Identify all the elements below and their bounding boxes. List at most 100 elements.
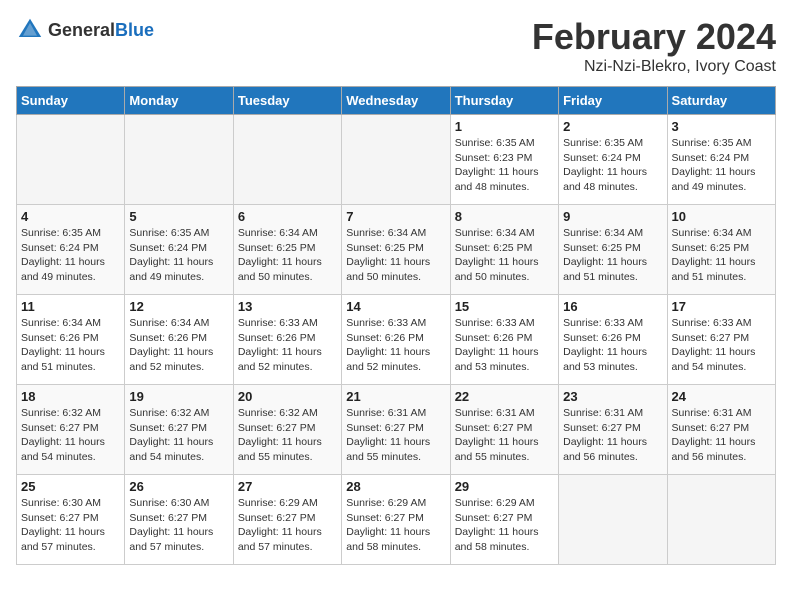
logo: GeneralBlue — [16, 16, 154, 44]
day-number: 4 — [21, 209, 120, 224]
calendar-cell — [559, 475, 667, 565]
logo-blue: Blue — [115, 20, 154, 40]
day-number: 7 — [346, 209, 445, 224]
day-detail: Sunrise: 6:34 AM Sunset: 6:26 PM Dayligh… — [129, 316, 228, 375]
calendar-cell: 28 Sunrise: 6:29 AM Sunset: 6:27 PM Dayli… — [342, 475, 450, 565]
day-header-tuesday: Tuesday — [233, 87, 341, 115]
day-detail: Sunrise: 6:29 AM Sunset: 6:27 PM Dayligh… — [238, 496, 337, 555]
day-detail: Sunrise: 6:35 AM Sunset: 6:24 PM Dayligh… — [129, 226, 228, 285]
calendar-cell — [233, 115, 341, 205]
location-subtitle: Nzi-Nzi-Blekro, Ivory Coast — [532, 58, 776, 76]
day-number: 28 — [346, 479, 445, 494]
day-detail: Sunrise: 6:32 AM Sunset: 6:27 PM Dayligh… — [129, 406, 228, 465]
calendar-cell: 22 Sunrise: 6:31 AM Sunset: 6:27 PM Dayli… — [450, 385, 558, 475]
day-number: 3 — [672, 119, 771, 134]
day-number: 6 — [238, 209, 337, 224]
calendar-week-row: 1 Sunrise: 6:35 AM Sunset: 6:23 PM Daylig… — [17, 115, 776, 205]
day-number: 10 — [672, 209, 771, 224]
day-detail: Sunrise: 6:31 AM Sunset: 6:27 PM Dayligh… — [672, 406, 771, 465]
calendar-cell: 29 Sunrise: 6:29 AM Sunset: 6:27 PM Dayli… — [450, 475, 558, 565]
calendar-cell — [125, 115, 233, 205]
calendar-header-row: SundayMondayTuesdayWednesdayThursdayFrid… — [17, 87, 776, 115]
day-number: 21 — [346, 389, 445, 404]
calendar-cell: 15Sunrise: 6:33 AM Sunset: 6:26 PM Dayli… — [450, 295, 558, 385]
day-detail: Sunrise: 6:33 AM Sunset: 6:27 PM Dayligh… — [672, 316, 771, 375]
day-number: 18 — [21, 389, 120, 404]
day-detail: Sunrise: 6:30 AM Sunset: 6:27 PM Dayligh… — [21, 496, 120, 555]
day-number: 24 — [672, 389, 771, 404]
day-number: 19 — [129, 389, 228, 404]
calendar-cell: 11 Sunrise: 6:34 AM Sunset: 6:26 PM Dayli… — [17, 295, 125, 385]
calendar-cell: 17 Sunrise: 6:33 AM Sunset: 6:27 PM Dayli… — [667, 295, 775, 385]
logo-text: GeneralBlue — [48, 20, 154, 41]
page-header: GeneralBlue February 2024 Nzi-Nzi-Blekro… — [16, 16, 776, 76]
day-number: 26 — [129, 479, 228, 494]
day-detail: Sunrise: 6:29 AM Sunset: 6:27 PM Dayligh… — [455, 496, 554, 555]
day-number: 2 — [563, 119, 662, 134]
month-title: February 2024 — [532, 16, 776, 58]
day-header-saturday: Saturday — [667, 87, 775, 115]
logo-general: General — [48, 20, 115, 40]
calendar-cell: 9Sunrise: 6:34 AM Sunset: 6:25 PM Daylig… — [559, 205, 667, 295]
calendar-cell: 19 Sunrise: 6:32 AM Sunset: 6:27 PM Dayli… — [125, 385, 233, 475]
day-detail: Sunrise: 6:35 AM Sunset: 6:23 PM Dayligh… — [455, 136, 554, 195]
day-number: 27 — [238, 479, 337, 494]
day-number: 29 — [455, 479, 554, 494]
day-detail: Sunrise: 6:35 AM Sunset: 6:24 PM Dayligh… — [672, 136, 771, 195]
calendar-cell: 21 Sunrise: 6:31 AM Sunset: 6:27 PM Dayli… — [342, 385, 450, 475]
day-number: 20 — [238, 389, 337, 404]
day-detail: Sunrise: 6:33 AM Sunset: 6:26 PM Dayligh… — [563, 316, 662, 375]
title-area: February 2024 Nzi-Nzi-Blekro, Ivory Coas… — [532, 16, 776, 76]
calendar-cell: 25 Sunrise: 6:30 AM Sunset: 6:27 PM Dayli… — [17, 475, 125, 565]
day-detail: Sunrise: 6:29 AM Sunset: 6:27 PM Dayligh… — [346, 496, 445, 555]
calendar-cell: 14Sunrise: 6:33 AM Sunset: 6:26 PM Dayli… — [342, 295, 450, 385]
day-detail: Sunrise: 6:34 AM Sunset: 6:25 PM Dayligh… — [455, 226, 554, 285]
calendar-cell: 20 Sunrise: 6:32 AM Sunset: 6:27 PM Dayli… — [233, 385, 341, 475]
day-number: 13 — [238, 299, 337, 314]
day-number: 23 — [563, 389, 662, 404]
calendar-week-row: 11 Sunrise: 6:34 AM Sunset: 6:26 PM Dayli… — [17, 295, 776, 385]
calendar-cell: 24 Sunrise: 6:31 AM Sunset: 6:27 PM Dayli… — [667, 385, 775, 475]
calendar-cell: 8 Sunrise: 6:34 AM Sunset: 6:25 PM Daylig… — [450, 205, 558, 295]
day-detail: Sunrise: 6:34 AM Sunset: 6:25 PM Dayligh… — [563, 226, 662, 285]
day-detail: Sunrise: 6:31 AM Sunset: 6:27 PM Dayligh… — [455, 406, 554, 465]
calendar-cell: 27 Sunrise: 6:29 AM Sunset: 6:27 PM Dayli… — [233, 475, 341, 565]
day-detail: Sunrise: 6:32 AM Sunset: 6:27 PM Dayligh… — [21, 406, 120, 465]
calendar-cell — [17, 115, 125, 205]
day-number: 17 — [672, 299, 771, 314]
calendar-cell: 23 Sunrise: 6:31 AM Sunset: 6:27 PM Dayli… — [559, 385, 667, 475]
day-detail: Sunrise: 6:35 AM Sunset: 6:24 PM Dayligh… — [21, 226, 120, 285]
calendar-cell: 10 Sunrise: 6:34 AM Sunset: 6:25 PM Dayli… — [667, 205, 775, 295]
day-number: 1 — [455, 119, 554, 134]
calendar-cell: 7 Sunrise: 6:34 AM Sunset: 6:25 PM Daylig… — [342, 205, 450, 295]
day-header-monday: Monday — [125, 87, 233, 115]
calendar-cell: 12 Sunrise: 6:34 AM Sunset: 6:26 PM Dayli… — [125, 295, 233, 385]
calendar-cell: 18 Sunrise: 6:32 AM Sunset: 6:27 PM Dayli… — [17, 385, 125, 475]
day-detail: Sunrise: 6:31 AM Sunset: 6:27 PM Dayligh… — [563, 406, 662, 465]
calendar-cell: 16 Sunrise: 6:33 AM Sunset: 6:26 PM Dayli… — [559, 295, 667, 385]
day-detail: Sunrise: 6:31 AM Sunset: 6:27 PM Dayligh… — [346, 406, 445, 465]
day-number: 25 — [21, 479, 120, 494]
day-number: 22 — [455, 389, 554, 404]
calendar-cell: 26Sunrise: 6:30 AM Sunset: 6:27 PM Dayli… — [125, 475, 233, 565]
calendar-week-row: 25 Sunrise: 6:30 AM Sunset: 6:27 PM Dayli… — [17, 475, 776, 565]
day-header-wednesday: Wednesday — [342, 87, 450, 115]
day-number: 11 — [21, 299, 120, 314]
day-detail: Sunrise: 6:33 AM Sunset: 6:26 PM Dayligh… — [455, 316, 554, 375]
day-detail: Sunrise: 6:32 AM Sunset: 6:27 PM Dayligh… — [238, 406, 337, 465]
day-detail: Sunrise: 6:34 AM Sunset: 6:25 PM Dayligh… — [346, 226, 445, 285]
day-header-thursday: Thursday — [450, 87, 558, 115]
day-number: 16 — [563, 299, 662, 314]
day-detail: Sunrise: 6:34 AM Sunset: 6:25 PM Dayligh… — [672, 226, 771, 285]
day-number: 12 — [129, 299, 228, 314]
day-detail: Sunrise: 6:34 AM Sunset: 6:26 PM Dayligh… — [21, 316, 120, 375]
calendar-week-row: 18 Sunrise: 6:32 AM Sunset: 6:27 PM Dayli… — [17, 385, 776, 475]
day-number: 8 — [455, 209, 554, 224]
day-detail: Sunrise: 6:35 AM Sunset: 6:24 PM Dayligh… — [563, 136, 662, 195]
calendar-cell: 1 Sunrise: 6:35 AM Sunset: 6:23 PM Daylig… — [450, 115, 558, 205]
calendar-cell: 4 Sunrise: 6:35 AM Sunset: 6:24 PM Daylig… — [17, 205, 125, 295]
calendar-table: SundayMondayTuesdayWednesdayThursdayFrid… — [16, 86, 776, 565]
day-detail: Sunrise: 6:34 AM Sunset: 6:25 PM Dayligh… — [238, 226, 337, 285]
day-number: 5 — [129, 209, 228, 224]
day-header-friday: Friday — [559, 87, 667, 115]
